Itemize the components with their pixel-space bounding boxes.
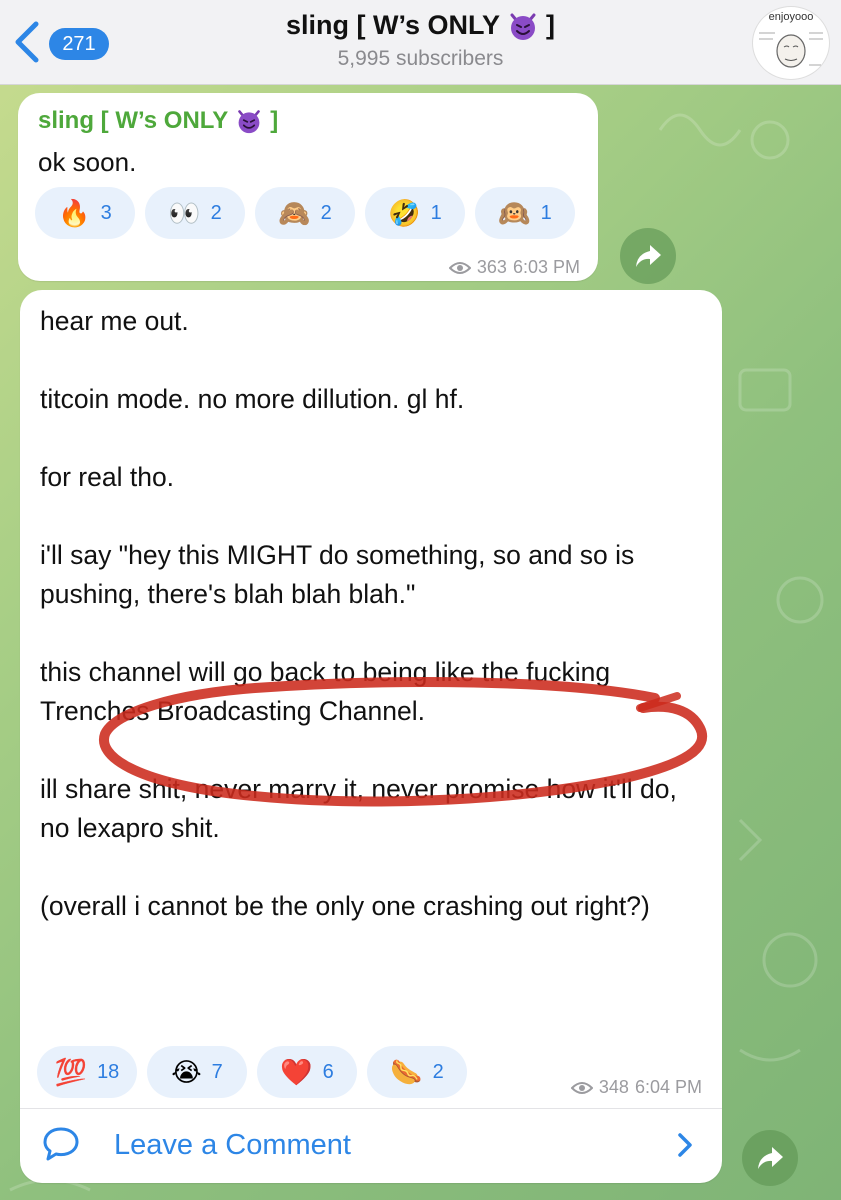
- smiling-devil-icon: [238, 110, 261, 134]
- view-count: 363: [476, 257, 507, 277]
- reaction-loudly-crying[interactable]: 😭 7: [147, 1046, 247, 1098]
- message-bubble[interactable]: sling [ W’s ONLY ] ok soon. 🔥 3 👀 2 🙈 2 …: [18, 93, 598, 281]
- channel-header: 271 sling [ W’s ONLY ] 5,995 subscribers…: [0, 0, 841, 85]
- see-no-evil-monkey-emoji-icon: 🙈: [278, 198, 311, 228]
- reaction-count: 1: [540, 201, 552, 224]
- reaction-hot-dog[interactable]: 🌭 2: [367, 1046, 467, 1098]
- eye-icon: [570, 1081, 593, 1094]
- share-arrow-icon: [758, 1147, 783, 1169]
- message-paragraph: for real tho.: [40, 462, 175, 492]
- forward-button[interactable]: [620, 228, 676, 284]
- message-text: hear me out. titcoin mode. no more dillu…: [40, 302, 710, 926]
- reaction-eyes[interactable]: 👀 2: [145, 187, 245, 239]
- message-paragraph: ill share shit, never marry it, never pr…: [40, 774, 677, 843]
- channel-title-area[interactable]: sling [ W’s ONLY ] 5,995 subscribers: [0, 10, 841, 71]
- reaction-rofl[interactable]: 🤣 1: [365, 187, 465, 239]
- subscriber-count: 5,995 subscribers: [337, 47, 504, 70]
- hot-dog-emoji-icon: 🌭: [390, 1057, 423, 1087]
- forward-button[interactable]: [742, 1130, 798, 1186]
- hundred-points-emoji-icon: 💯: [54, 1057, 88, 1087]
- message-time: 6:04 PM: [634, 1077, 702, 1097]
- reaction-count: 18: [97, 1060, 120, 1083]
- message-bubble[interactable]: hear me out. titcoin mode. no more dillu…: [20, 290, 722, 1183]
- comment-bubble-icon: [43, 1127, 79, 1161]
- reaction-count: 2: [320, 201, 332, 224]
- message-meta: 363 6:03 PM: [448, 257, 580, 278]
- channel-title-text: sling [ W’s ONLY: [285, 10, 501, 40]
- reaction-count: 2: [210, 201, 222, 224]
- share-arrow-icon: [636, 245, 661, 267]
- reaction-heart[interactable]: ❤️ 6: [257, 1046, 357, 1098]
- channel-title-bracket: ]: [546, 10, 556, 40]
- sender-name-bracket: ]: [270, 107, 279, 134]
- smiling-devil-icon: [510, 13, 536, 40]
- sender-name: sling [ W’s ONLY ]: [38, 107, 278, 135]
- wojak-face-icon: [759, 32, 823, 68]
- chevron-right-icon: [678, 1133, 692, 1157]
- reaction-bar: 🔥 3 👀 2 🙈 2 🤣 1 🙉 1: [35, 187, 575, 239]
- reaction-count: 1: [430, 201, 442, 224]
- message-paragraph: hear me out.: [40, 306, 189, 336]
- reaction-fire[interactable]: 🔥 3: [35, 187, 135, 239]
- reaction-bar: 💯 18 😭 7 ❤️ 6 🌭 2: [37, 1046, 467, 1098]
- loudly-crying-emoji-icon: 😭: [171, 1057, 202, 1087]
- fire-emoji-icon: 🔥: [58, 198, 91, 228]
- leave-comment-label: Leave a Comment: [114, 1129, 351, 1161]
- message-paragraph: titcoin mode. no more dillution. gl hf.: [40, 384, 465, 414]
- message-paragraph: (overall i cannot be the only one crashi…: [40, 891, 650, 921]
- channel-title: sling [ W’s ONLY ]: [286, 10, 555, 41]
- rofl-emoji-icon: 🤣: [388, 198, 421, 228]
- reaction-count: 7: [211, 1060, 223, 1083]
- message-paragraph: this channel will go back to being like …: [40, 657, 611, 726]
- reaction-count: 6: [322, 1060, 334, 1083]
- hear-no-evil-monkey-emoji-icon: 🙉: [498, 198, 531, 228]
- reaction-count: 2: [432, 1060, 444, 1083]
- message-meta: 348 6:04 PM: [570, 1077, 702, 1098]
- sender-name-text: sling [ W’s ONLY: [38, 107, 229, 134]
- leave-comment-button[interactable]: Leave a Comment: [20, 1109, 722, 1183]
- reaction-hear-no-evil[interactable]: 🙉 1: [475, 187, 575, 239]
- red-heart-emoji-icon: ❤️: [280, 1057, 313, 1087]
- eye-icon: [448, 261, 471, 274]
- message-paragraph: i'll say "hey this MIGHT do something, s…: [40, 540, 635, 609]
- channel-avatar[interactable]: enjoyooo: [752, 6, 830, 80]
- reaction-hundred[interactable]: 💯 18: [37, 1046, 137, 1098]
- view-count: 348: [598, 1077, 629, 1097]
- message-time: 6:03 PM: [512, 257, 580, 277]
- reaction-see-no-evil[interactable]: 🙈 2: [255, 187, 355, 239]
- message-text: ok soon.: [38, 147, 137, 177]
- eyes-emoji-icon: 👀: [168, 198, 201, 228]
- reaction-count: 3: [100, 201, 112, 224]
